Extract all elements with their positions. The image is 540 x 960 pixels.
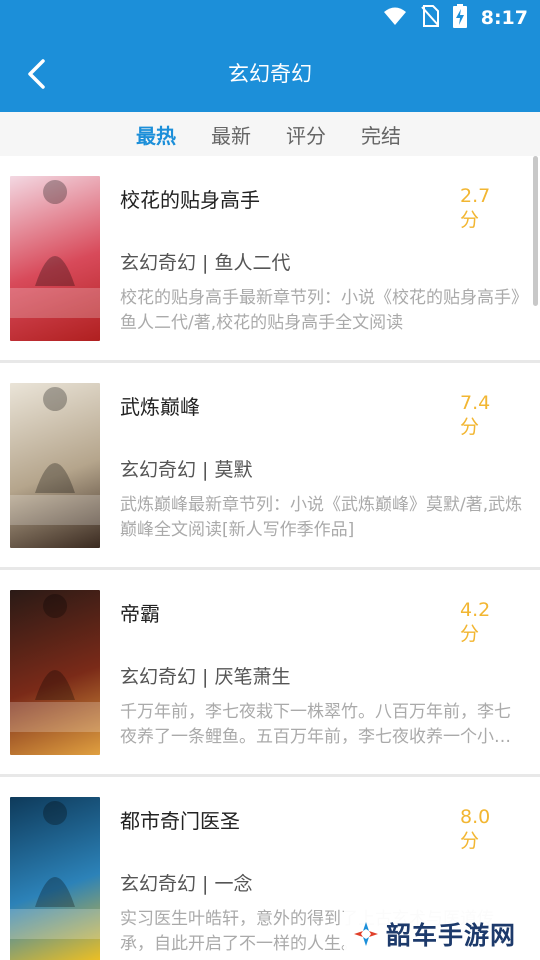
cover-title-band bbox=[10, 702, 100, 732]
book-cover bbox=[10, 383, 100, 548]
status-bar: 8:17 bbox=[0, 0, 540, 36]
cover-figure bbox=[35, 801, 75, 907]
book-score: 8.0 分 bbox=[460, 806, 491, 852]
book-score: 7.4 分 bbox=[460, 392, 491, 438]
watermark-logo-icon bbox=[354, 922, 378, 946]
book-cover bbox=[10, 176, 100, 341]
cover-title-band bbox=[10, 909, 100, 939]
cover-title-band bbox=[10, 495, 100, 525]
tab-hottest[interactable]: 最热 bbox=[136, 120, 176, 149]
clock-text: 8:17 bbox=[480, 7, 528, 29]
book-cover bbox=[10, 590, 100, 755]
tab-completed[interactable]: 完结 bbox=[361, 120, 401, 149]
tab-rating[interactable]: 评分 bbox=[286, 120, 326, 149]
book-meta: 玄幻奇幻 | 一念 bbox=[120, 873, 253, 895]
book-title: 武炼巅峰 bbox=[120, 395, 200, 419]
book-score: 4.2 分 bbox=[460, 599, 491, 645]
watermark: 韶车手游网 bbox=[344, 908, 540, 960]
cover-title-band bbox=[10, 288, 100, 318]
book-list-item[interactable]: 帝霸 4.2 分 玄幻奇幻 | 厌笔萧生 千万年前，李七夜栽下一株翠竹。八百万年前… bbox=[0, 570, 540, 777]
status-icons: 8:17 bbox=[383, 0, 528, 36]
cover-art bbox=[10, 594, 100, 732]
app-bar: 玄幻奇幻 bbox=[0, 36, 540, 112]
wifi-icon bbox=[383, 6, 407, 30]
scrollbar[interactable] bbox=[533, 156, 538, 306]
book-description: 校花的贴身高手最新章节列：小说《校花的贴身高手》鱼人二代/著,校花的贴身高手全文… bbox=[120, 288, 520, 333]
book-title: 校花的贴身高手 bbox=[120, 188, 260, 212]
book-title: 帝霸 bbox=[120, 602, 160, 626]
book-list-item[interactable]: 武炼巅峰 7.4 分 玄幻奇幻 | 莫默 武炼巅峰最新章节列：小说《武炼巅峰》莫默… bbox=[0, 363, 540, 570]
book-description: 千万年前，李七夜栽下一株翠竹。八百万年前，李七夜养了一条鲤鱼。五百万年前，李七夜… bbox=[120, 702, 511, 747]
sort-tabs: 最热 最新 评分 完结 bbox=[0, 112, 540, 156]
cover-figure bbox=[35, 594, 75, 700]
cover-art bbox=[10, 180, 100, 318]
watermark-text: 韶车手游网 bbox=[386, 921, 517, 950]
book-meta: 玄幻奇幻 | 莫默 bbox=[120, 459, 253, 481]
book-meta: 玄幻奇幻 | 鱼人二代 bbox=[120, 252, 291, 274]
cover-figure bbox=[35, 387, 75, 493]
book-list[interactable]: 校花的贴身高手 2.7 分 玄幻奇幻 | 鱼人二代 校花的贴身高手最新章节列：小说… bbox=[0, 156, 540, 960]
cover-art bbox=[10, 801, 100, 939]
cover-art bbox=[10, 387, 100, 525]
battery-charging-icon bbox=[452, 4, 467, 32]
tab-newest[interactable]: 最新 bbox=[211, 120, 251, 149]
book-meta: 玄幻奇幻 | 厌笔萧生 bbox=[120, 666, 291, 688]
page-title: 玄幻奇幻 bbox=[228, 62, 312, 86]
no-sim-icon bbox=[420, 5, 439, 31]
book-list-item[interactable]: 校花的贴身高手 2.7 分 玄幻奇幻 | 鱼人二代 校花的贴身高手最新章节列：小说… bbox=[0, 156, 540, 363]
book-cover bbox=[10, 797, 100, 960]
cover-figure bbox=[35, 180, 75, 286]
book-score: 2.7 分 bbox=[460, 185, 491, 231]
book-description: 武炼巅峰最新章节列：小说《武炼巅峰》莫默/著,武炼巅峰全文阅读[新人写作季作品] bbox=[120, 495, 523, 540]
book-title: 都市奇门医圣 bbox=[120, 809, 240, 833]
